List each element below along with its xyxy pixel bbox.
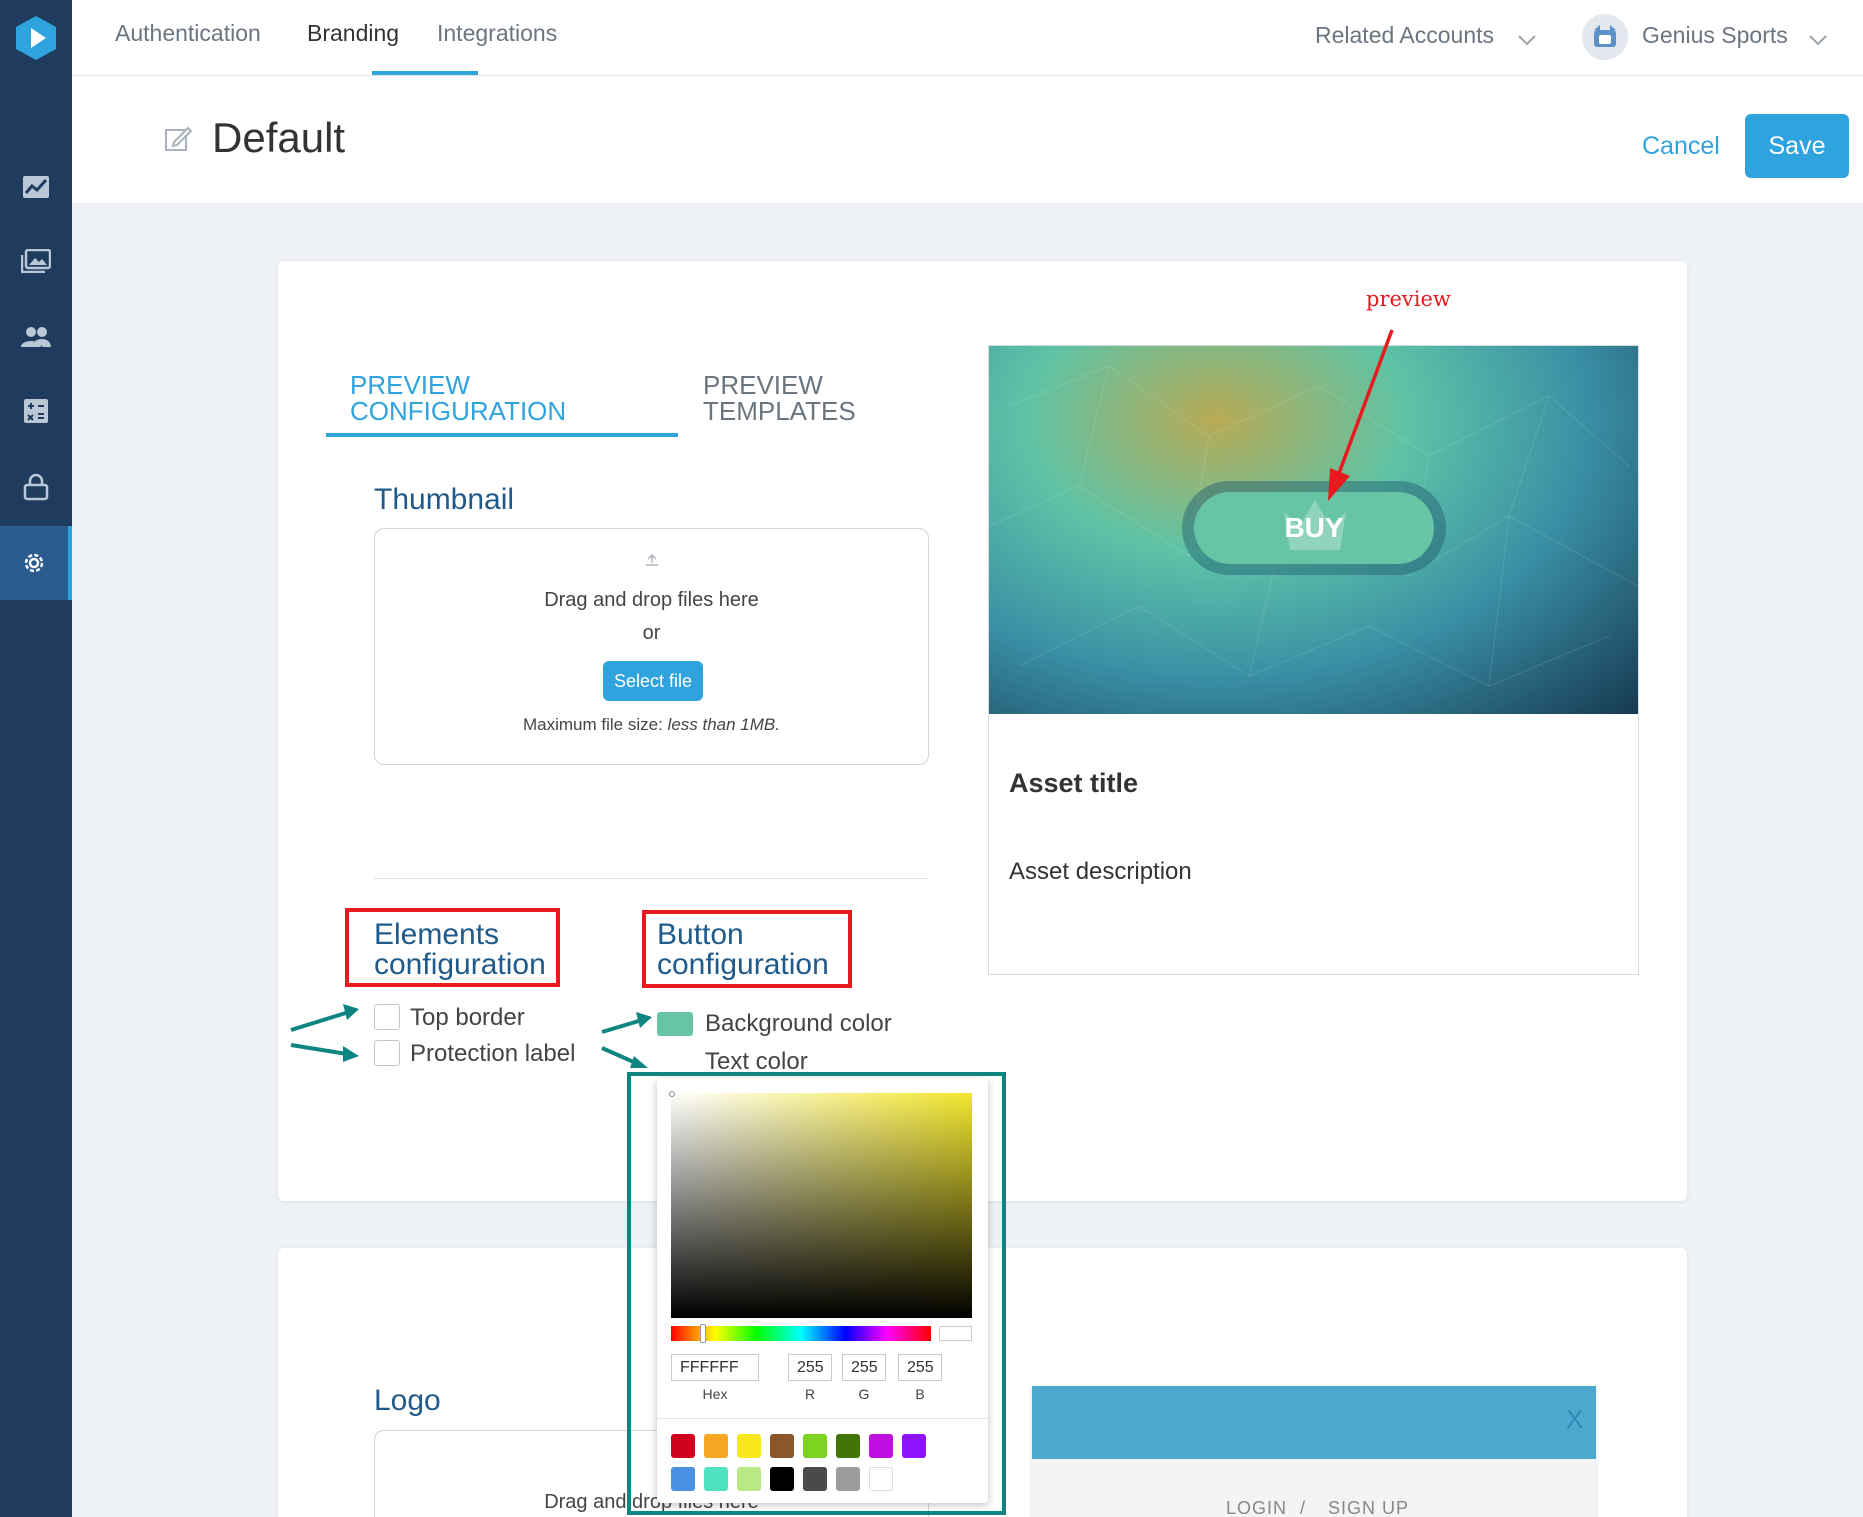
protection-label-label: Protection label [410,1040,576,1067]
top-border-checkbox[interactable] [374,1004,400,1030]
dropzone-text: Drag and drop files here [544,589,759,611]
preview-image: BUY [989,346,1638,714]
button-config-heading: Button configuration [657,918,829,981]
avatar[interactable] [1582,14,1628,60]
play-logo-icon [16,16,56,60]
annotation-arrow-preview [1328,329,1394,501]
calculator-icon [24,399,48,423]
login-preview: X LOGIN / SIGN UP [1032,1386,1596,1517]
page-title: Default [212,114,346,161]
login-separator: / [1300,1498,1306,1517]
top-navigation: Authentication Branding Integrations Rel… [72,0,1863,76]
login-preview-header [1032,1386,1596,1459]
edit-pencil-icon[interactable] [164,124,192,152]
max-file-size: Maximum file size: less than 1MB. [375,715,928,735]
preview-annotation: preview [1366,287,1451,311]
max-file-size-label: Maximum file size: [523,715,663,734]
asset-preview: BUY Asset title Asset description [988,345,1639,975]
background-color-label: Background color [705,1010,892,1037]
signup-link[interactable]: SIGN UP [1328,1498,1409,1517]
select-file-button[interactable]: Select file [603,661,703,701]
thumbnail-heading: Thumbnail [374,483,515,516]
asset-title: Asset title [1009,768,1139,798]
sidebar-item-media[interactable] [0,224,72,298]
tab-preview-configuration[interactable]: PREVIEW CONFIGURATION [350,372,580,424]
chevron-down-icon[interactable] [1517,34,1537,46]
logo-heading: Logo [374,1384,441,1417]
sidebar-item-settings[interactable] [0,526,72,600]
account-name-dropdown[interactable]: Genius Sports [1642,22,1788,49]
app-logo[interactable] [0,0,72,76]
analytics-chart-icon [23,176,49,198]
sidebar-item-calculator[interactable] [0,374,72,448]
users-icon [21,327,51,347]
active-tab-indicator [372,71,478,75]
preview-tab-underline [326,433,678,437]
color-picker-highlight [627,1072,1006,1515]
chevron-down-icon[interactable] [1808,34,1828,46]
top-border-label: Top border [410,1004,525,1031]
sidebar-item-security[interactable] [0,450,72,524]
max-file-size-value: less than 1MB. [667,715,780,734]
background-color-swatch[interactable] [657,1012,693,1036]
annotation-arrows-elements [290,1004,359,1062]
sidebar-item-analytics[interactable] [0,150,72,224]
divider [374,878,929,879]
close-icon[interactable]: X [1566,1404,1583,1435]
cancel-button[interactable]: Cancel [1642,132,1720,161]
upload-icon [646,553,658,566]
account-avatar-icon [1594,25,1616,47]
sidebar [0,0,72,1517]
settings-gear-icon [24,553,44,573]
tab-branding[interactable]: Branding [307,20,399,47]
annotation-arrows-button [601,1012,652,1068]
asset-description: Asset description [1009,858,1192,885]
buy-label: BUY [1284,512,1344,543]
tab-authentication[interactable]: Authentication [115,20,261,47]
sidebar-item-users[interactable] [0,300,72,374]
protection-label-checkbox[interactable] [374,1040,400,1066]
elements-config-heading: Elements configuration [374,918,546,981]
thumbnail-dropzone[interactable]: Drag and drop files here or Select file … [374,528,929,765]
save-button[interactable]: Save [1745,114,1849,178]
lock-icon [23,473,49,501]
login-link[interactable]: LOGIN [1226,1498,1287,1517]
dropzone-or: or [642,622,661,644]
tab-preview-templates[interactable]: PREVIEW TEMPLATES [703,372,883,424]
tab-integrations[interactable]: Integrations [437,20,557,47]
related-accounts-dropdown[interactable]: Related Accounts [1315,22,1494,49]
media-gallery-icon [21,249,51,273]
